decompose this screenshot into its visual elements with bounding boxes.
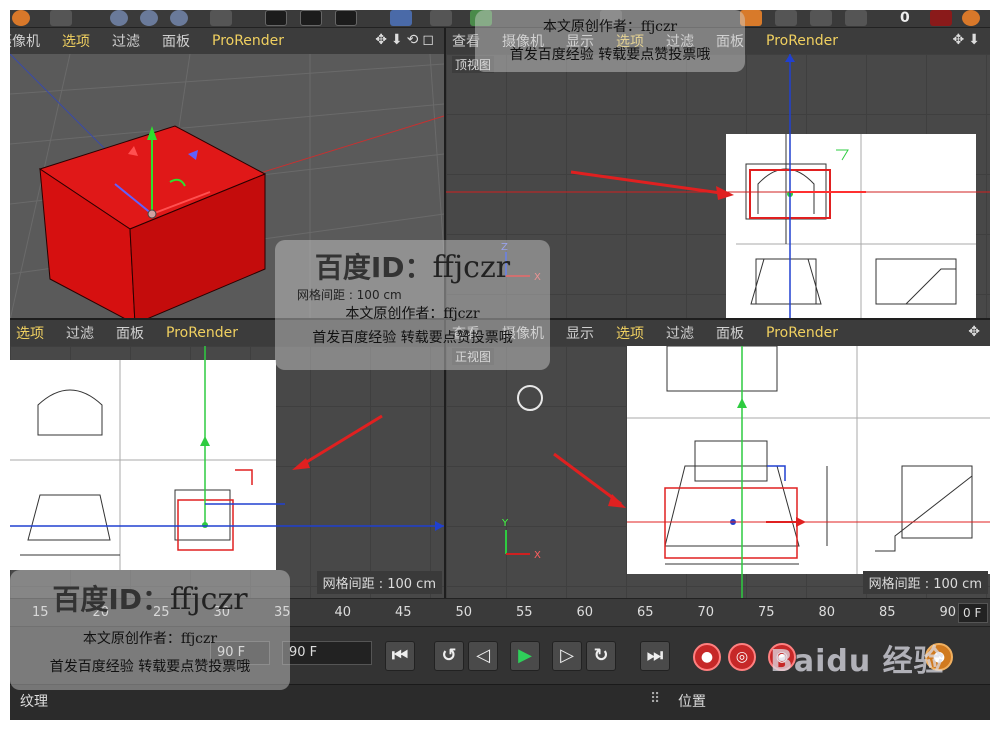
next-key-icon[interactable]: ↻	[586, 641, 616, 671]
autokey-icon[interactable]: ◎	[728, 643, 756, 671]
watermark-bottom-left: 百度ID：ffjczr 本文原创作者：ffjczr 首发百度经验 转载要点赞投票…	[10, 570, 290, 690]
watermark-center: 百度ID：ffjczr 网格间距 : 100 cm 本文原创作者：ffjczr …	[275, 240, 550, 370]
watermark-id-label: 百度ID：	[314, 251, 433, 284]
menu-prorender[interactable]: ProRender	[212, 33, 284, 49]
timeline-tick-label: 60	[576, 605, 594, 620]
menu-filter[interactable]: 过滤	[666, 323, 694, 343]
watermark-grid-note: 网格间距 : 100 cm	[297, 288, 402, 302]
x-axis-icon[interactable]	[110, 10, 128, 26]
menu-options[interactable]: 选项	[62, 31, 90, 51]
viewport-nav-icons[interactable]: ✥⬇⟲◻	[375, 32, 438, 48]
z-axis-icon[interactable]	[170, 10, 188, 26]
spline-pen-icon[interactable]	[430, 10, 452, 26]
menu-prorender[interactable]: ProRender	[166, 325, 238, 341]
baidu-brand-logo: Baidu 经验	[770, 644, 945, 679]
svg-text:Y: Y	[501, 518, 509, 529]
timeline-tick-label: 40	[334, 605, 352, 620]
menu-options[interactable]: 选项	[16, 323, 44, 343]
watermark-top: 本文原创作者：ffjczr 首发百度经验 转载要点赞投票哦	[475, 10, 745, 72]
timeline-tick-label: 80	[818, 605, 836, 620]
script-icon[interactable]	[962, 10, 980, 26]
coordinates-panel-title[interactable]: 位置	[678, 691, 706, 711]
coordinate-system-icon[interactable]	[210, 10, 232, 26]
undo-icon[interactable]	[12, 10, 30, 26]
timeline-tick-label: 65	[637, 605, 654, 620]
watermark-id-value: ffjczr	[432, 250, 511, 285]
material-panel-title[interactable]: 纹理	[20, 691, 48, 711]
front-axes: Y X	[501, 346, 806, 598]
timeline-tick-label: 90	[939, 605, 957, 620]
down-arrow-icon[interactable]	[930, 10, 952, 26]
menu-prorender[interactable]: ProRender	[766, 33, 838, 49]
timeline-tick-label: 55	[516, 605, 533, 620]
svg-text:X: X	[534, 550, 541, 561]
go-to-start-icon[interactable]: ⏮	[385, 641, 415, 671]
menu-panel[interactable]: 面板	[116, 323, 144, 343]
viewport-nav-icons[interactable]: ✥⬇	[953, 32, 984, 48]
render-settings-icon[interactable]	[335, 10, 357, 26]
watermark-publish: 首发百度经验 转载要点赞投票哦	[509, 47, 711, 63]
record-active-objects-icon[interactable]: ●	[693, 643, 721, 671]
menu-camera[interactable]: 摄像机	[10, 31, 40, 51]
menu-filter[interactable]: 过滤	[66, 323, 94, 343]
y-axis-icon[interactable]	[140, 10, 158, 26]
c4d-window: 0 像机 选项 过滤 面板 ProRender ✥⬇⟲◻ Z X 查看 摄像机 …	[10, 10, 990, 720]
grid-spacing-note: 网格间距 : 100 cm	[862, 571, 988, 594]
preview-end-field[interactable]: 90 F	[282, 641, 372, 665]
previous-key-icon[interactable]: ↺	[434, 641, 464, 671]
viewport-nav-icons[interactable]: ✥	[968, 324, 984, 340]
cube-icon[interactable]	[390, 10, 412, 26]
viewport-menu: 摄像机 选项 过滤 面板 ProRender ✥⬇⟲◻	[10, 28, 444, 54]
previous-frame-icon[interactable]: ◁	[468, 641, 498, 671]
sort-icon[interactable]	[810, 10, 832, 26]
current-frame-field[interactable]: 0 F	[958, 603, 988, 623]
go-to-end-icon[interactable]: ⏭	[640, 641, 670, 671]
timeline-tick-label: 45	[395, 605, 412, 620]
watermark-id-value: ffjczr	[170, 582, 248, 617]
grid-snap-icon[interactable]	[845, 10, 867, 26]
menu-filter[interactable]: 过滤	[112, 31, 140, 51]
play-icon[interactable]: ▶	[510, 641, 540, 671]
render-view-icon[interactable]	[265, 10, 287, 26]
live-select-icon[interactable]	[50, 10, 72, 26]
toolbar-counter: 0	[900, 10, 910, 26]
timeline-tick-label: 75	[758, 605, 775, 620]
camera-icon[interactable]	[775, 10, 797, 26]
cursor-circle-icon	[517, 385, 543, 411]
watermark-publish: 首发百度经验 转载要点赞投票哦	[49, 659, 251, 675]
timeline-tick-label: 70	[697, 605, 715, 620]
watermark-author: 本文原创作者：ffjczr	[82, 631, 218, 647]
watermark-author: 本文原创作者：ffjczr	[542, 19, 678, 35]
menu-display[interactable]: 显示	[566, 323, 594, 343]
timeline-tick-label: 50	[455, 605, 473, 620]
menu-prorender[interactable]: ProRender	[766, 325, 838, 341]
grip-icon: ⠿	[650, 691, 661, 707]
menu-options[interactable]: 选项	[616, 323, 644, 343]
render-picture-viewer-icon[interactable]	[300, 10, 322, 26]
menu-panel[interactable]: 面板	[716, 323, 744, 343]
watermark-publish: 首发百度经验 转载要点赞投票哦	[312, 330, 513, 346]
next-frame-icon[interactable]: ▷	[552, 641, 582, 671]
right-axes	[10, 346, 444, 531]
grid-spacing-note: 网格间距 : 100 cm	[316, 571, 442, 594]
watermark-id-label: 百度ID：	[52, 583, 171, 616]
watermark-author: 本文原创作者：ffjczr	[345, 306, 480, 322]
menu-panel[interactable]: 面板	[162, 31, 190, 51]
timeline-tick-label: 85	[879, 605, 896, 620]
